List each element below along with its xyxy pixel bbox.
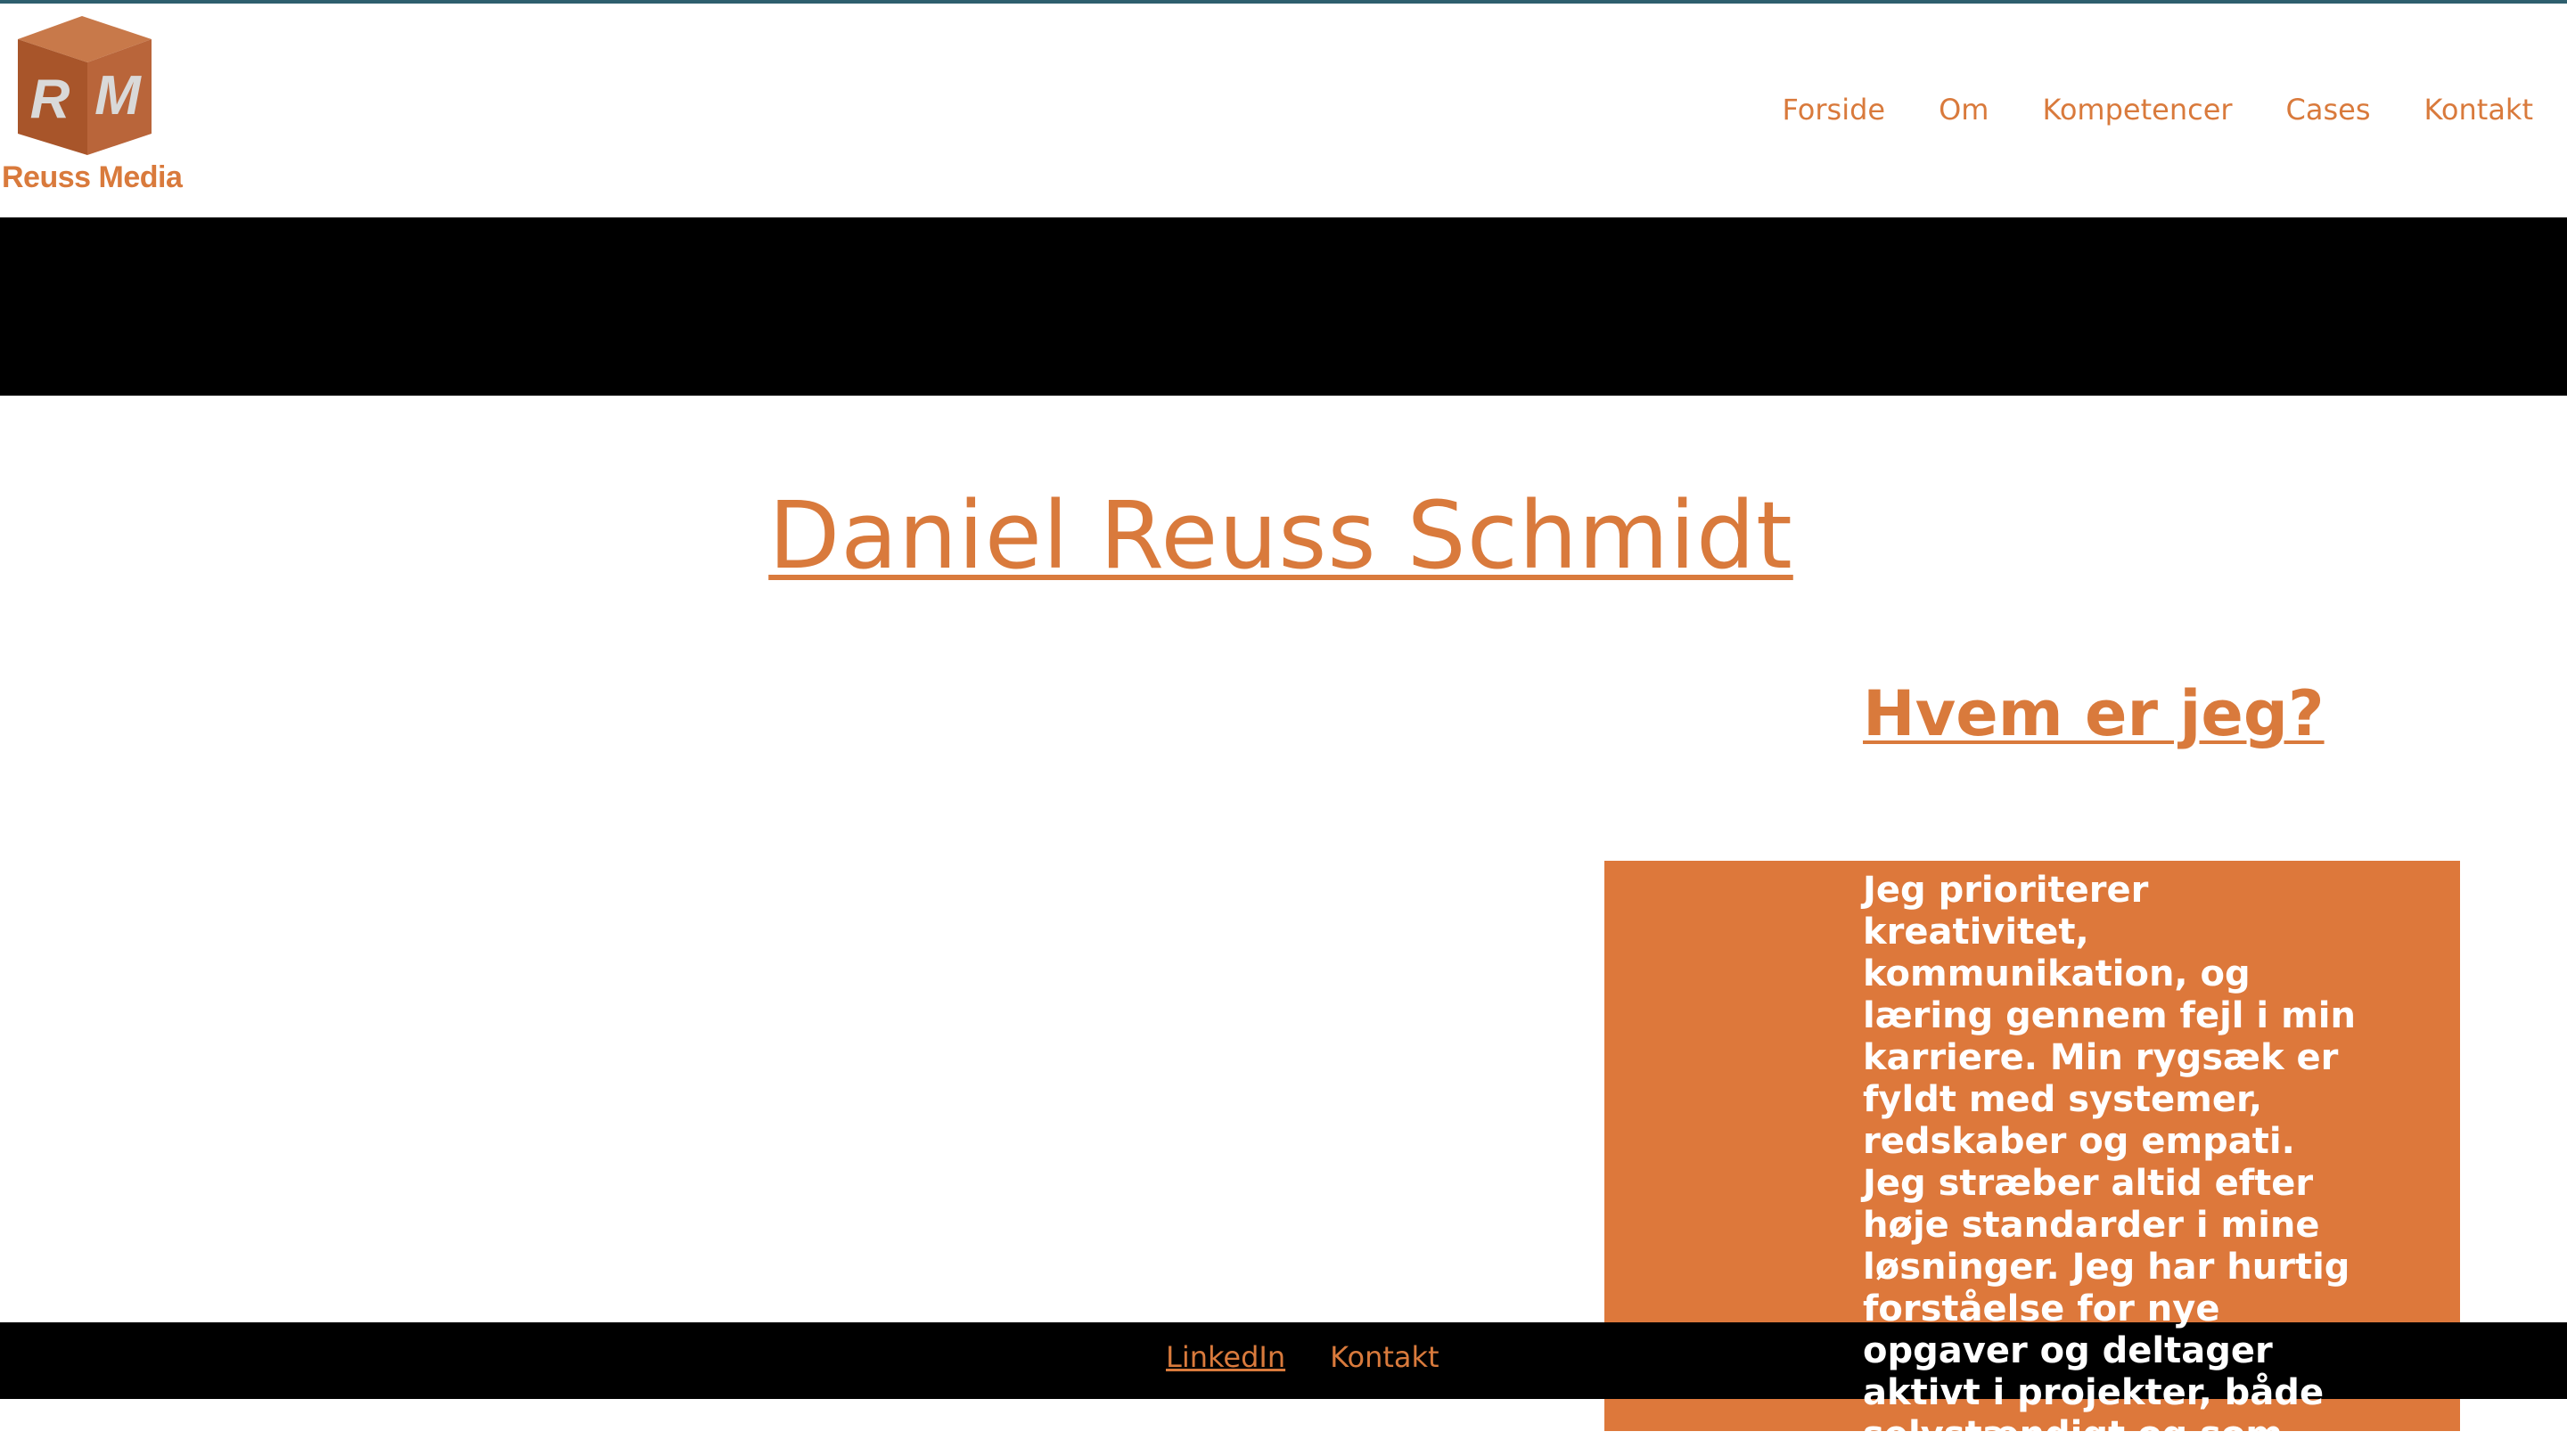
about-heading: Hvem er jeg? — [1863, 677, 2325, 750]
page-title: Daniel Reuss Schmidt — [768, 481, 1793, 590]
reuss-media-logo[interactable]: R M Reuss Media — [0, 12, 196, 194]
site-header: R M Reuss Media Forside Om Kompetencer C… — [0, 4, 2567, 217]
about-text: Jeg prioriterer kreativitet, kommunikati… — [1863, 870, 2356, 1455]
hero-banner — [0, 217, 2567, 396]
nav-item-forside[interactable]: Forside — [1783, 93, 1886, 127]
footer-links: LinkedIn Kontakt — [1166, 1340, 1439, 1374]
brand-name: Reuss Media — [2, 160, 183, 194]
nav-item-kontakt[interactable]: Kontakt — [2424, 93, 2533, 127]
footer-kontakt-link[interactable]: Kontakt — [1330, 1340, 1439, 1374]
cube-logo-icon: R M — [18, 16, 152, 155]
footer-linkedin-link[interactable]: LinkedIn — [1166, 1340, 1285, 1374]
logo-letter-m: M — [94, 65, 142, 127]
logo-letter-r: R — [30, 69, 70, 130]
nav-item-kompetencer[interactable]: Kompetencer — [2042, 93, 2232, 127]
nav-item-cases[interactable]: Cases — [2286, 93, 2371, 127]
main-navigation: Forside Om Kompetencer Cases Kontakt — [1729, 93, 2533, 127]
nav-item-om[interactable]: Om — [1939, 93, 1989, 127]
